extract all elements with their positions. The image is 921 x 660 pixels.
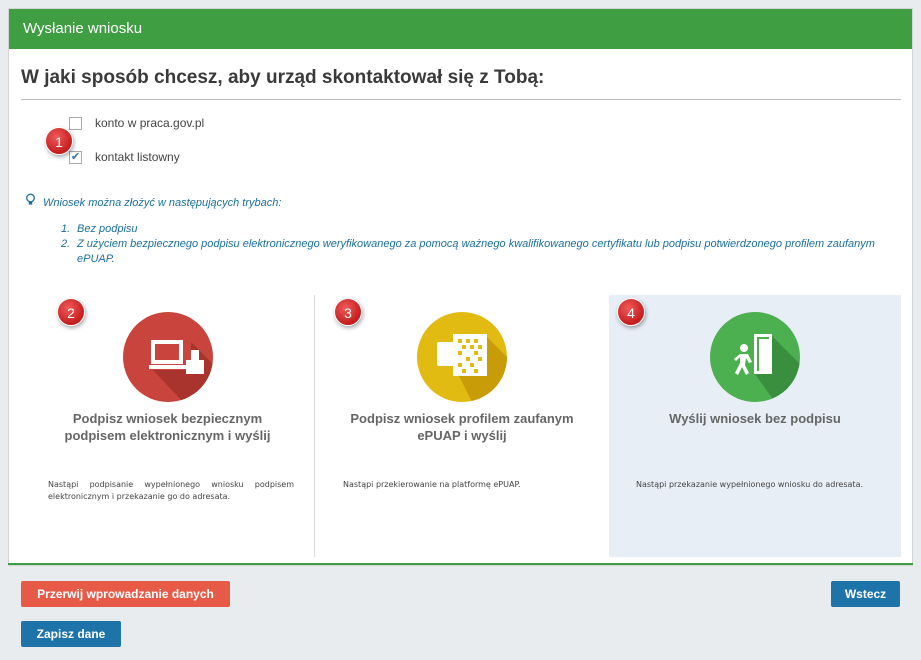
contact-option-mail[interactable]: ✔ kontakt listowny [69,150,180,164]
option-description: Nastąpi przekazanie wypełnionego wniosku… [636,480,864,489]
epuap-qr-icon [417,312,507,402]
divider [8,563,913,565]
send-application-panel: Wysłanie wniosku W jaki sposób chcesz, a… [8,8,913,566]
step-badge: 4 [617,298,645,326]
option-description: Nastąpi przekierowanie na platformę ePUA… [343,480,521,489]
option-title: Podpisz wniosek bezpiecznym podpisem ele… [64,411,271,443]
option-sign-epuap[interactable]: Podpisz wniosek profilem zaufanym ePUAP … [316,295,608,557]
option-title: Wyślij wniosek bez podpisu [669,411,841,426]
checkbox-mail[interactable]: ✔ [69,150,82,164]
divider [21,99,901,100]
modes-list: 1. Bez podpisu 2. Z użyciem bezpiecznego… [61,222,901,267]
contact-question: W jaki sposób chcesz, aby urząd skontakt… [21,67,545,88]
person-exit-icon [710,312,800,402]
contact-option-account[interactable]: konto w praca.gov.pl [69,116,204,130]
list-item: 2. Z użyciem bezpiecznego podpisu elektr… [61,238,875,265]
option-title: Podpisz wniosek profilem zaufanym ePUAP … [350,411,574,443]
lightbulb-icon [25,193,37,209]
step-badge: 1 [45,127,73,155]
step-badge: 3 [334,298,362,326]
contact-option-label: konto w praca.gov.pl [95,116,205,130]
checkbox-account[interactable] [69,116,82,130]
panel-title: Wysłanie wniosku [9,9,912,49]
option-sign-electronic[interactable]: Podpisz wniosek bezpiecznym podpisem ele… [21,295,315,557]
list-item: 1. Bez podpisu [61,223,138,235]
cancel-entry-button[interactable]: Przerwij wprowadzanie danych [21,581,230,607]
option-description: Nastąpi podpisanie wypełnionego wniosku … [48,480,294,501]
option-send-unsigned[interactable]: Wyślij wniosek bez podpisu Nastąpi przek… [609,295,901,557]
save-data-button[interactable]: Zapisz dane [21,621,121,647]
back-button[interactable]: Wstecz [831,581,900,607]
contact-option-label: kontakt listowny [95,150,180,164]
step-badge: 2 [57,298,85,326]
info-note: Wniosek można złożyć w następujących try… [25,193,281,209]
checkmark-icon: ✔ [70,150,81,163]
info-text: Wniosek można złożyć w następujących try… [43,197,282,209]
computer-signature-icon [123,312,213,402]
